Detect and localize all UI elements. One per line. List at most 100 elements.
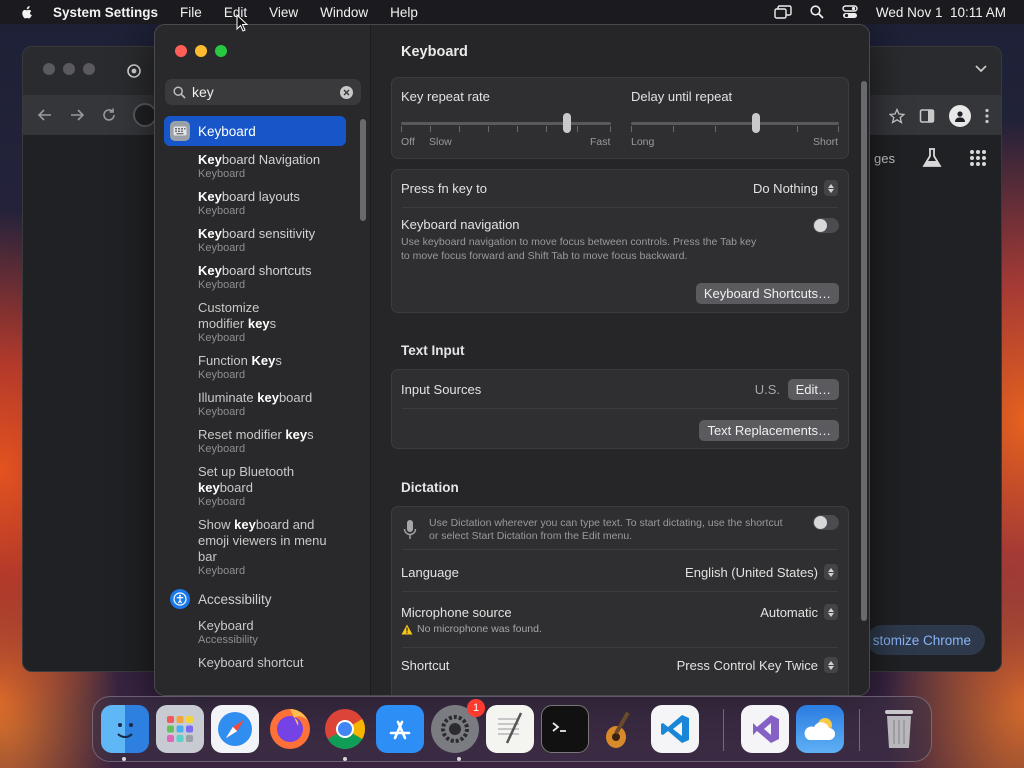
dock-safari-icon[interactable] xyxy=(211,705,259,753)
customize-chrome-button[interactable]: stomize Chrome xyxy=(866,625,985,655)
microphone-source-popup[interactable]: Automatic xyxy=(760,604,838,620)
result-title: Show xyxy=(198,517,235,532)
sidebar-item-label: Keyboard xyxy=(198,123,256,139)
result-customize-modifier-keys[interactable]: Customize modifier keys Keyboard xyxy=(164,300,346,345)
screen-mirroring-icon[interactable] xyxy=(774,5,792,19)
dock-launchpad-icon[interactable] xyxy=(156,705,204,753)
control-center-icon[interactable] xyxy=(842,5,858,19)
side-panel-icon[interactable] xyxy=(919,108,935,124)
dock-textedit-icon[interactable] xyxy=(486,705,534,753)
shortcut-value: Press Control Key Twice xyxy=(676,657,818,673)
result-keyboard-layouts[interactable]: Keyboard layouts Keyboard xyxy=(164,189,346,218)
result-keyboard-sensitivity[interactable]: Keyboard sensitivity Keyboard xyxy=(164,226,346,255)
result-highlight: key xyxy=(198,480,220,495)
input-sources-edit-button[interactable]: Edit… xyxy=(787,379,839,400)
page-title: Keyboard xyxy=(401,44,468,60)
slider-tick xyxy=(673,126,674,132)
result-title: Customize xyxy=(198,300,260,315)
dock-garageband-icon[interactable] xyxy=(596,705,644,753)
forward-arrow-icon[interactable] xyxy=(69,107,85,123)
apple-menu-icon[interactable] xyxy=(20,5,34,19)
menu-file[interactable]: File xyxy=(180,5,202,20)
chrome-menu-kebab-icon[interactable] xyxy=(985,108,989,124)
bookmark-star-icon[interactable] xyxy=(889,108,905,124)
sidebar-item-label: Accessibility xyxy=(198,591,272,607)
result-category: Accessibility xyxy=(198,634,258,646)
dock-terminal-icon[interactable] xyxy=(541,705,589,753)
minimize-button[interactable] xyxy=(195,45,207,57)
key-repeat-rate-slider[interactable] xyxy=(401,112,611,134)
result-accessibility-keyboard-shortcut[interactable]: Keyboard shortcut xyxy=(164,655,346,671)
slider-max-label: Fast xyxy=(590,136,611,148)
result-keyboard-navigation[interactable]: Keyboard Navigation Keyboard xyxy=(164,152,346,181)
keyboard-navigation-label: Keyboard navigation xyxy=(401,217,520,232)
chrome-zoom-button[interactable] xyxy=(83,63,95,75)
menubar-clock[interactable]: Wed Nov 1 10:11 AM xyxy=(876,5,1006,20)
back-arrow-icon[interactable] xyxy=(37,107,53,123)
result-function-keys[interactable]: Function Keys Keyboard xyxy=(164,353,346,382)
dock-chrome-icon[interactable] xyxy=(321,705,369,753)
slider-tick xyxy=(546,126,547,132)
result-accessibility-keyboard[interactable]: Keyboard Accessibility xyxy=(164,618,346,647)
shortcut-label: Shortcut xyxy=(401,658,450,673)
language-popup[interactable]: English (United States) xyxy=(685,564,838,580)
fn-key-popup[interactable]: Do Nothing xyxy=(753,180,838,196)
sidebar-search-field[interactable]: key xyxy=(165,79,361,105)
zoom-button[interactable] xyxy=(215,45,227,57)
keyboard-shortcuts-button[interactable]: Keyboard Shortcuts… xyxy=(695,283,839,304)
search-query[interactable]: key xyxy=(192,84,340,100)
result-category: Keyboard xyxy=(198,242,246,254)
images-link-partial[interactable]: ges xyxy=(874,151,895,166)
chrome-tab-favicon-icon[interactable] xyxy=(127,64,141,78)
result-bluetooth-keyboard[interactable]: Set up Bluetooth keyboard Keyboard xyxy=(164,464,346,509)
dock-running-indicator xyxy=(122,757,126,761)
close-button[interactable] xyxy=(175,45,187,57)
result-keyboard-emoji-viewers[interactable]: Show keyboard and emoji viewers in menu … xyxy=(164,517,346,578)
dictation-toggle[interactable] xyxy=(813,515,839,530)
spotlight-search-icon[interactable] xyxy=(810,5,824,19)
description-line: Use keyboard navigation to move focus be… xyxy=(401,236,757,248)
language-value: English (United States) xyxy=(685,564,818,580)
menu-view[interactable]: View xyxy=(269,5,298,20)
dock-weather-icon[interactable] xyxy=(796,705,844,753)
dictation-shortcut-popup[interactable]: Press Control Key Twice xyxy=(677,657,838,673)
dictation-group: Use Dictation wherever you can type text… xyxy=(391,506,849,695)
key-repeat-rate-knob[interactable] xyxy=(563,113,571,133)
reload-icon[interactable] xyxy=(101,107,117,123)
clear-search-icon[interactable] xyxy=(340,85,353,99)
menu-window[interactable]: Window xyxy=(320,5,368,20)
keyboard-navigation-toggle[interactable] xyxy=(813,218,839,233)
new-tab-top-right: ges xyxy=(874,147,987,169)
dock-system-settings-icon[interactable]: 1 xyxy=(431,699,485,753)
menu-help[interactable]: Help xyxy=(390,5,418,20)
dock-running-indicator xyxy=(457,757,461,761)
sidebar-item-accessibility[interactable]: Accessibility xyxy=(164,586,346,612)
labs-flask-icon[interactable] xyxy=(921,147,943,169)
dock-finder-icon[interactable] xyxy=(101,705,149,753)
delay-until-repeat-knob[interactable] xyxy=(752,113,760,133)
chrome-close-button[interactable] xyxy=(43,63,55,75)
result-illuminate-keyboard[interactable]: Illuminate keyboard Keyboard xyxy=(164,390,346,419)
result-keyboard-shortcuts[interactable]: Keyboard shortcuts Keyboard xyxy=(164,263,346,292)
profile-avatar-icon[interactable] xyxy=(949,105,971,127)
sidebar-scrollbar[interactable] xyxy=(360,119,366,221)
result-reset-modifier-keys[interactable]: Reset modifier keys Keyboard xyxy=(164,427,346,456)
result-title: s xyxy=(269,316,277,331)
dock-visual-studio-icon[interactable] xyxy=(741,705,789,753)
chrome-minimize-button[interactable] xyxy=(63,63,75,75)
dock-vscode-icon[interactable] xyxy=(651,705,699,753)
text-replacements-button[interactable]: Text Replacements… xyxy=(699,420,839,441)
description-line: Use Dictation wherever you can type text… xyxy=(429,517,783,529)
dock-firefox-icon[interactable] xyxy=(266,705,314,753)
delay-until-repeat-slider[interactable] xyxy=(631,112,839,134)
menu-app-name[interactable]: System Settings xyxy=(53,5,158,20)
microphone-source-label: Microphone source xyxy=(401,605,512,620)
dock-app-store-icon[interactable] xyxy=(376,705,424,753)
dock-trash-icon[interactable] xyxy=(875,705,923,753)
text-input-heading: Text Input xyxy=(401,343,465,358)
google-apps-grid-icon[interactable] xyxy=(969,149,987,167)
content-scrollbar[interactable] xyxy=(861,81,867,621)
slider-slow-label: Slow xyxy=(429,136,452,148)
tab-search-chevron-down-icon[interactable] xyxy=(975,65,987,73)
sidebar-item-keyboard[interactable]: Keyboard xyxy=(164,116,346,146)
